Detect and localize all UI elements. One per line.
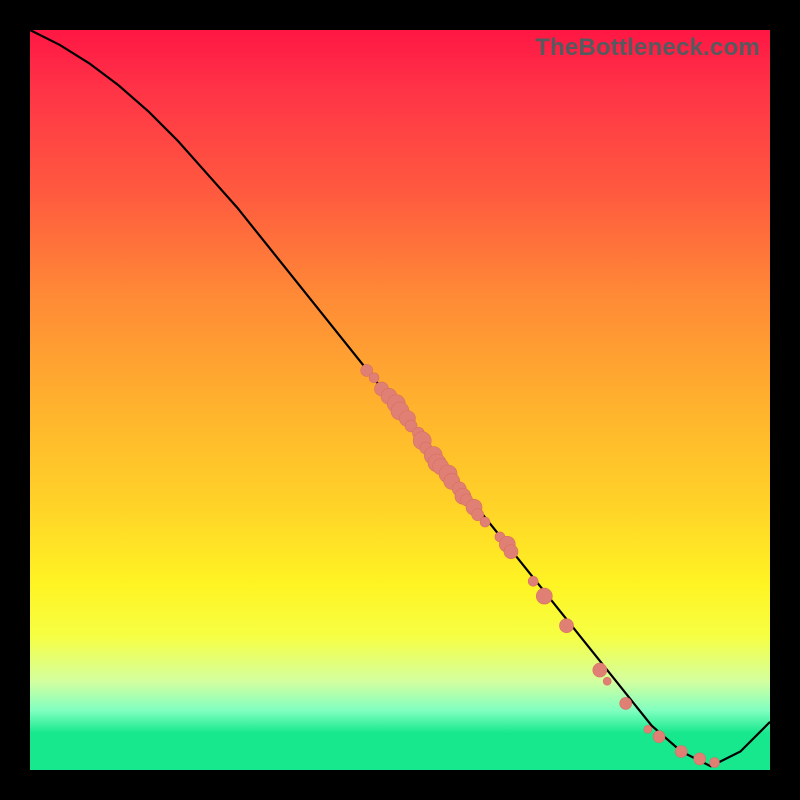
- data-point: [644, 725, 652, 733]
- data-point: [560, 619, 574, 633]
- data-point: [710, 758, 720, 768]
- data-point: [653, 731, 665, 743]
- data-point: [536, 588, 552, 604]
- data-point: [480, 517, 490, 527]
- data-point: [620, 697, 632, 709]
- data-point: [369, 373, 379, 383]
- chart-plot-area: TheBottleneck.com: [30, 30, 770, 770]
- chart-svg: [30, 30, 770, 770]
- data-point: [593, 663, 607, 677]
- data-point: [504, 545, 518, 559]
- data-point: [603, 677, 611, 685]
- data-point: [694, 753, 706, 765]
- chart-markers: [361, 364, 720, 767]
- data-point: [675, 746, 687, 758]
- data-point: [528, 576, 538, 586]
